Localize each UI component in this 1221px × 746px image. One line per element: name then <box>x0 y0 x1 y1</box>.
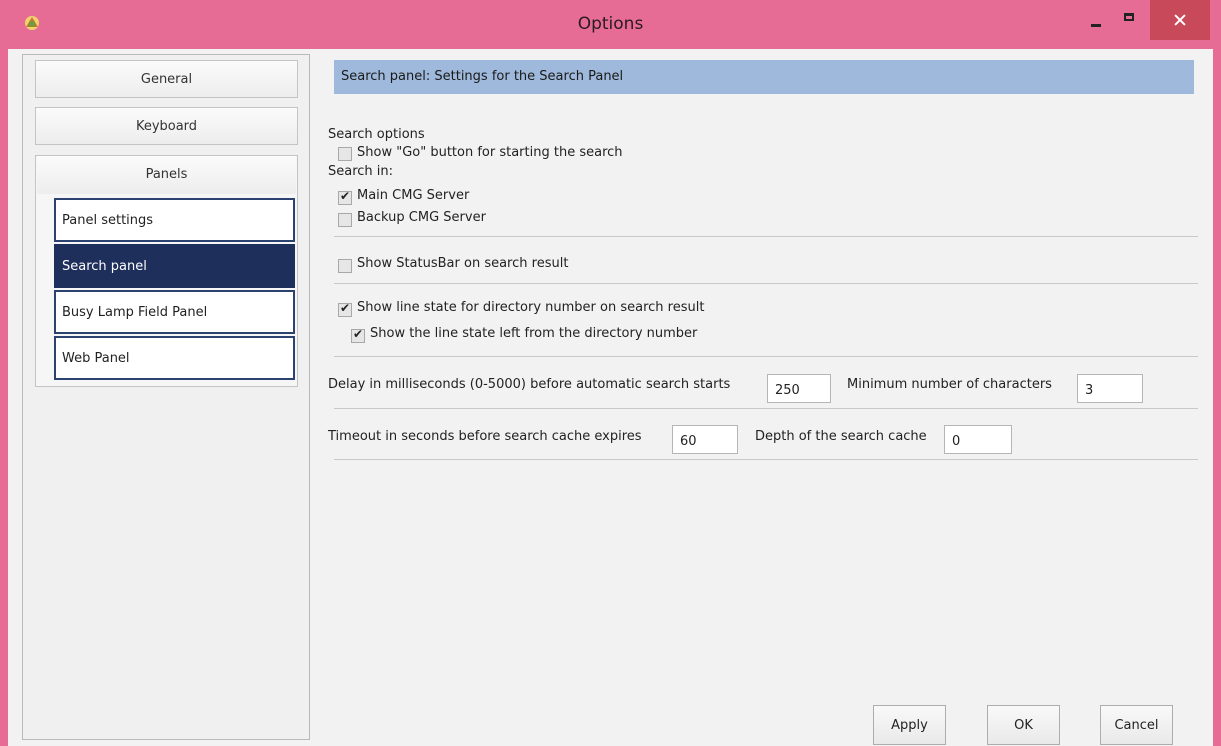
show-line-state-checkbox[interactable] <box>338 301 352 317</box>
delay-input[interactable]: 250 <box>767 374 831 403</box>
close-icon[interactable] <box>1150 0 1210 40</box>
sidebar-subitem-busy-lamp-field-panel[interactable]: Busy Lamp Field Panel <box>54 290 295 334</box>
show-statusbar-label: Show StatusBar on search result <box>357 256 569 271</box>
show-statusbar-checkbox[interactable] <box>338 259 352 273</box>
delay-label: Delay in milliseconds (0-5000) before au… <box>328 377 731 392</box>
depth-label: Depth of the search cache <box>755 429 927 444</box>
section-header: Search panel: Settings for the Search Pa… <box>334 60 1194 94</box>
title-bar[interactable]: Options <box>0 0 1221 49</box>
divider <box>334 283 1198 284</box>
dialog-client: General Keyboard Panels Panel settings S… <box>8 49 1213 746</box>
sidebar-subitem-panel-settings[interactable]: Panel settings <box>54 198 295 242</box>
maximize-icon[interactable] <box>1119 8 1141 30</box>
divider <box>334 408 1198 409</box>
divider <box>334 236 1198 237</box>
sidebar-subitem-web-panel[interactable]: Web Panel <box>54 336 295 380</box>
window-title: Options <box>577 14 644 34</box>
min-chars-input[interactable]: 3 <box>1077 374 1143 403</box>
show-line-state-left-label: Show the line state left from the direct… <box>370 326 698 341</box>
divider <box>334 356 1198 357</box>
show-go-button-checkbox[interactable] <box>338 147 352 161</box>
min-chars-label: Minimum number of characters <box>847 377 1052 392</box>
show-go-button-label: Show "Go" button for starting the search <box>357 145 623 160</box>
main-cmg-server-label: Main CMG Server <box>357 188 470 203</box>
minimize-icon[interactable] <box>1086 12 1108 34</box>
show-line-state-label: Show line state for directory number on … <box>357 300 705 315</box>
timeout-label: Timeout in seconds before search cache e… <box>328 429 642 444</box>
sidebar: General Keyboard Panels Panel settings S… <box>22 54 310 740</box>
sidebar-group-panels: Panels Panel settings Search panel Busy … <box>35 155 298 387</box>
main-cmg-server-checkbox[interactable] <box>338 189 352 205</box>
sidebar-subitem-search-panel[interactable]: Search panel <box>54 244 295 288</box>
backup-cmg-server-label: Backup CMG Server <box>357 210 486 225</box>
search-options-label: Search options <box>328 127 425 142</box>
depth-input[interactable]: 0 <box>944 425 1012 454</box>
divider <box>334 459 1198 460</box>
search-in-label: Search in: <box>328 164 394 179</box>
timeout-input[interactable]: 60 <box>672 425 738 454</box>
apply-button[interactable]: Apply <box>873 705 946 745</box>
show-line-state-left-checkbox[interactable] <box>351 327 365 343</box>
sidebar-item-panels[interactable]: Panels <box>37 156 296 194</box>
ok-button[interactable]: OK <box>987 705 1060 745</box>
settings-content: Search panel: Settings for the Search Pa… <box>326 54 1206 745</box>
backup-cmg-server-checkbox[interactable] <box>338 213 352 227</box>
cancel-button[interactable]: Cancel <box>1100 705 1173 745</box>
options-window: Options General Keyboard Panels Panel se… <box>0 0 1221 746</box>
sidebar-item-keyboard[interactable]: Keyboard <box>35 107 298 145</box>
sidebar-item-general[interactable]: General <box>35 60 298 98</box>
